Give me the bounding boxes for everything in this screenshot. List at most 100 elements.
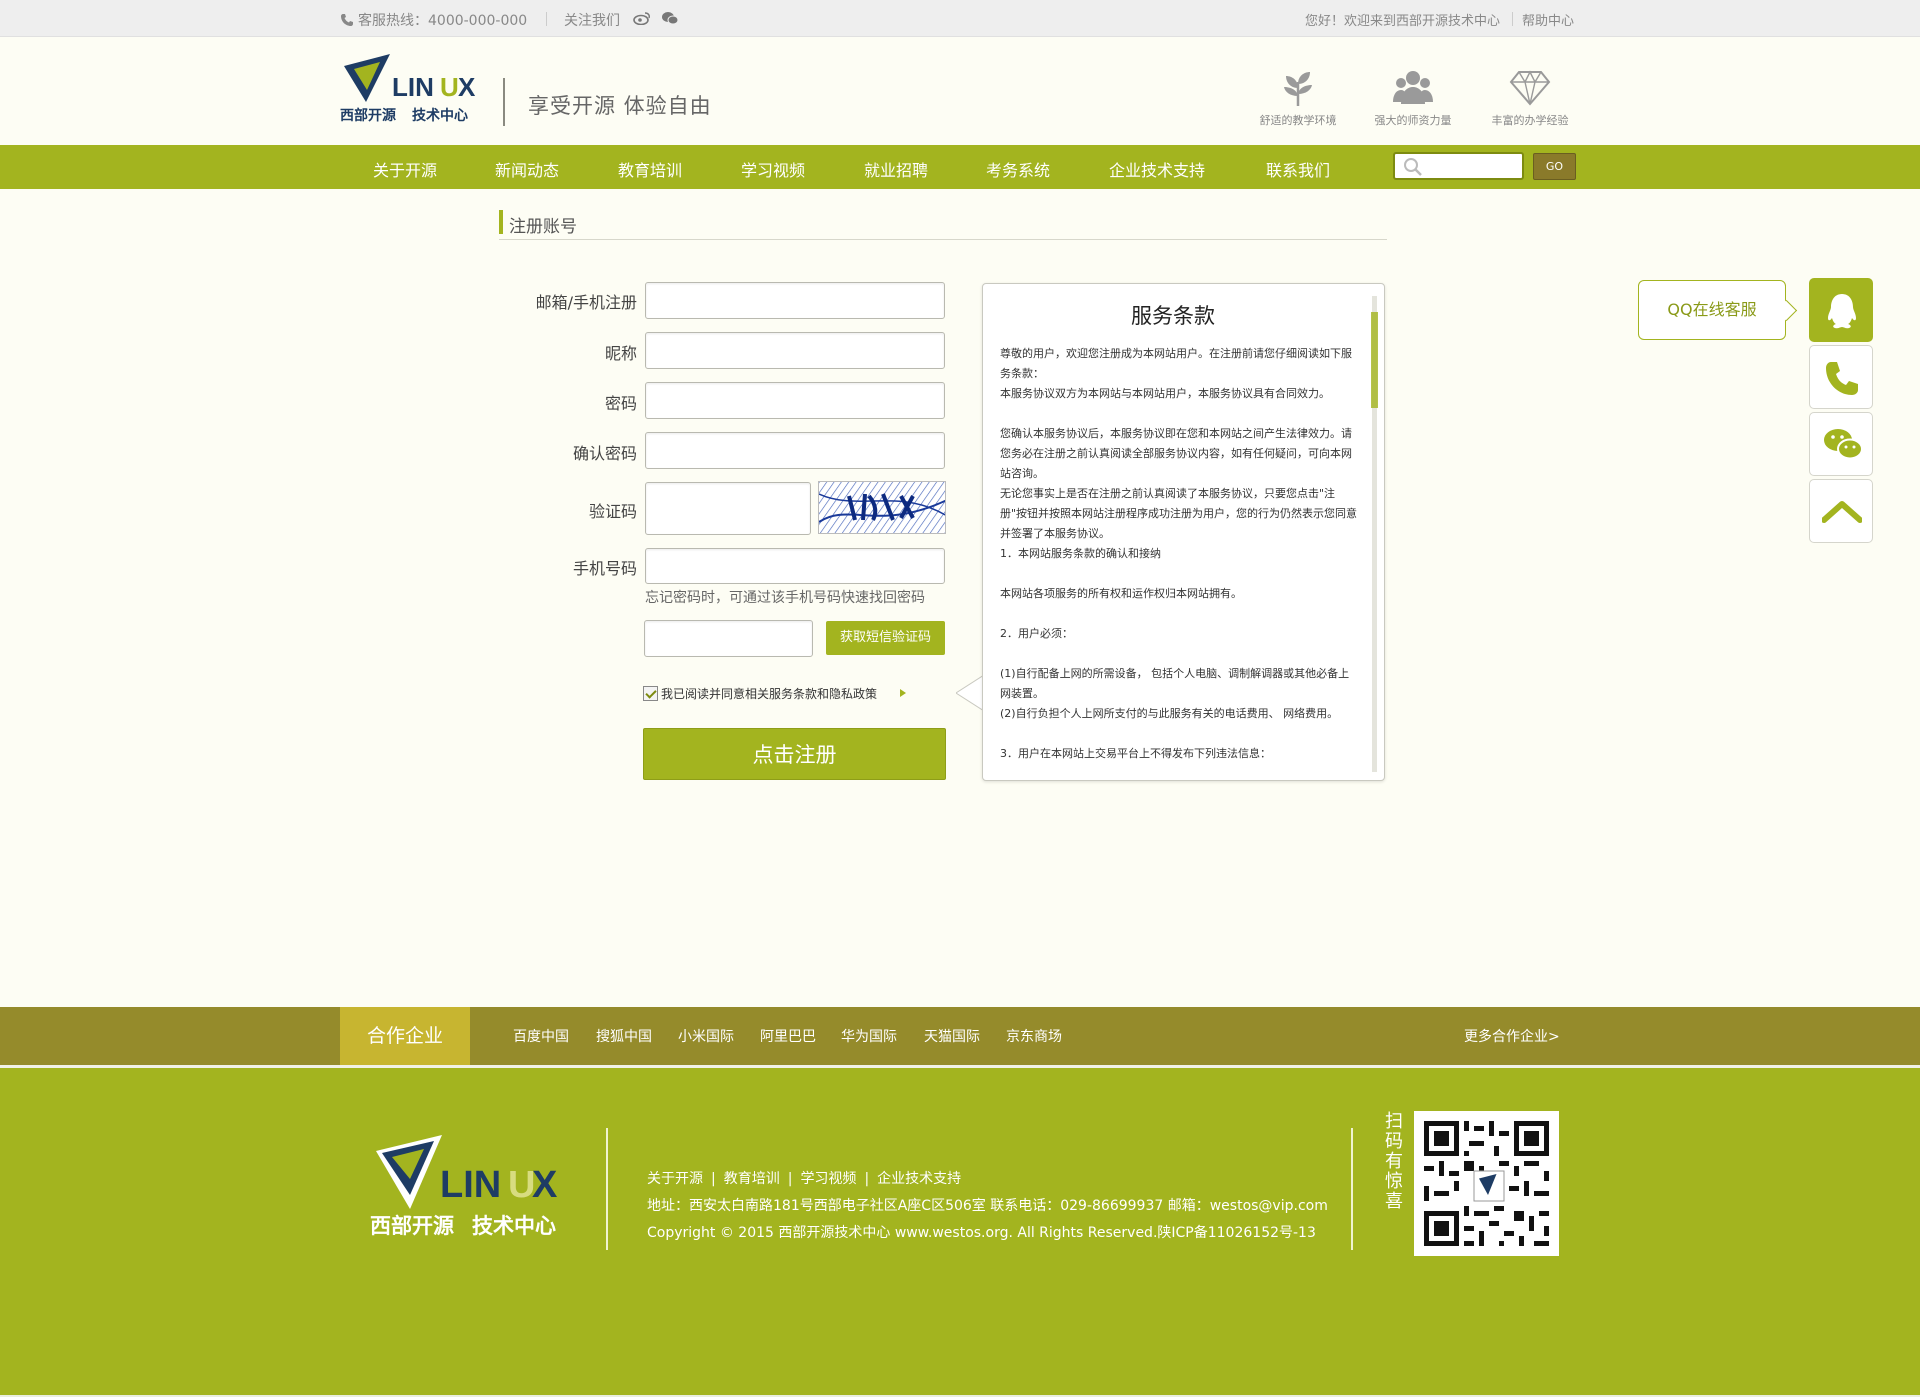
email-field[interactable]: [645, 282, 945, 319]
hotline: 客服热线：4000-000-000: [340, 10, 527, 30]
get-sms-code-button[interactable]: 获取短信验证码: [826, 621, 945, 655]
terms-paragraph: (1)自行配备上网的所需设备， 包括个人电脑、调制解调器或其他必备上网装置。: [1000, 667, 1350, 700]
partner-link[interactable]: 小米国际: [678, 1026, 734, 1046]
qq-button[interactable]: [1809, 278, 1873, 342]
nav-tech-support[interactable]: 企业技术支持: [1109, 157, 1205, 181]
logo-divider: [503, 78, 505, 126]
email-label: 邮箱/手机注册: [535, 293, 637, 312]
svg-text:X: X: [458, 72, 476, 102]
wechat-icon[interactable]: [661, 11, 679, 25]
nickname-label: 昵称: [604, 344, 637, 363]
header: [0, 37, 1920, 145]
svg-text:X: X: [532, 1164, 558, 1206]
help-center-link[interactable]: 帮助中心: [1522, 10, 1574, 29]
captcha-field[interactable]: [645, 482, 811, 535]
hotline-text: 客服热线：4000-000-000: [358, 13, 528, 29]
main-nav: 关于开源 新闻动态 教育培训 学习视频 就业招聘 考务系统 企业技术支持 联系我…: [0, 145, 1920, 189]
terms-paragraph: [1000, 604, 1360, 624]
feature-label: 强大的师资力量: [1374, 114, 1452, 127]
terms-paragraph: 3．用户在本网站上交易平台上不得发布下列违法信息：: [1000, 747, 1271, 760]
agree-terms[interactable]: 我已阅读并同意相关服务条款和隐私政策: [643, 685, 877, 702]
nav-news[interactable]: 新闻动态: [495, 157, 559, 181]
chevron-up-icon: [1822, 501, 1862, 523]
plant-icon: [1284, 72, 1312, 106]
footer-links: 关于开源 | 教育培训 | 学习视频 | 企业技术支持: [647, 1171, 962, 1187]
terms-paragraph: 本网站各项服务的所有权和运作权归本网站拥有。: [1000, 587, 1242, 600]
wechat-button[interactable]: [1809, 412, 1873, 476]
footer-link[interactable]: 教育培训: [724, 1171, 780, 1187]
qr-code-image: [1414, 1111, 1559, 1256]
terms-body: 尊敬的用户，欢迎您注册成为本网站用户。在注册前请您仔细阅读如下服务条款： 本服务…: [1000, 344, 1360, 764]
search-go-button[interactable]: GO: [1533, 153, 1576, 180]
footer-copyright: Copyright © 2015 西部开源技术中心 www.westos.org…: [647, 1225, 1316, 1241]
footer-link[interactable]: 关于开源: [647, 1171, 703, 1187]
slogan: 享受开源 体验自由: [528, 94, 712, 118]
terms-paragraph: 尊敬的用户，欢迎您注册成为本网站用户。在注册前请您仔细阅读如下服务条款：: [1000, 347, 1352, 380]
terms-paragraph: 您确认本服务协议后，本服务协议即在您和本网站之间产生法律效力。请您务必在注册之前…: [1000, 427, 1352, 480]
nav-jobs[interactable]: 就业招聘: [864, 157, 928, 181]
arrow-right-icon: [900, 689, 906, 697]
partner-link[interactable]: 搜狐中国: [596, 1026, 652, 1046]
agree-checkbox[interactable]: [643, 686, 658, 701]
scrollbar-thumb[interactable]: [1371, 312, 1378, 408]
terms-pointer: [956, 675, 984, 711]
nav-exam[interactable]: 考务系统: [986, 157, 1050, 181]
scan-text: 扫码有惊喜: [1385, 1111, 1403, 1212]
phone-button[interactable]: [1809, 345, 1873, 409]
more-partners-link[interactable]: 更多合作企业>: [1464, 1026, 1560, 1046]
confirm-password-field[interactable]: [645, 432, 945, 469]
welcome-text: 您好！欢迎来到西部开源技术中心: [1305, 14, 1501, 29]
terms-paragraph: [1000, 724, 1360, 744]
nav-training[interactable]: 教育培训: [618, 157, 682, 181]
divider: [1351, 1128, 1353, 1250]
search-input[interactable]: [1393, 152, 1524, 180]
partner-link[interactable]: 阿里巴巴: [760, 1026, 816, 1046]
wechat-icon: [1824, 429, 1863, 460]
register-button[interactable]: 点击注册: [643, 728, 946, 780]
nav-about[interactable]: 关于开源: [373, 157, 437, 181]
terms-panel[interactable]: 服务条款 尊敬的用户，欢迎您注册成为本网站用户。在注册前请您仔细阅读如下服务条款…: [982, 283, 1385, 781]
confirm-password-label: 确认密码: [572, 444, 637, 463]
footer-link[interactable]: 学习视频: [800, 1171, 856, 1187]
divider: [1512, 12, 1513, 26]
feature-experience: 丰富的办学经验: [1480, 68, 1580, 128]
terms-paragraph: 1．本网站服务条款的确认和接纳: [1000, 547, 1161, 560]
logo[interactable]: LIN U X 西部开源 技术中心: [340, 52, 480, 124]
phone-hint: 忘记密码时，可通过该手机号码快速找回密码: [645, 590, 925, 606]
divider: [606, 1128, 608, 1250]
svg-text:技术中心: 技术中心: [412, 107, 468, 124]
svg-text:西部开源: 西部开源: [340, 107, 396, 124]
svg-text:技术中心: 技术中心: [472, 1214, 556, 1238]
phone-icon: [1826, 362, 1858, 395]
svg-text:LIN: LIN: [392, 72, 434, 102]
feature-label: 丰富的办学经验: [1491, 114, 1569, 127]
partner-link[interactable]: 天猫国际: [924, 1026, 980, 1046]
phone-label: 手机号码: [572, 559, 637, 578]
nickname-field[interactable]: [645, 332, 945, 369]
qq-service-tip[interactable]: QQ在线客服: [1638, 280, 1786, 340]
partners-title: 合作企业: [340, 1007, 470, 1065]
sms-code-field[interactable]: [644, 620, 813, 657]
follow-us: 关注我们: [564, 13, 620, 29]
terms-paragraph: (2)自行负担个人上网所支付的与此服务有关的电话费用、 网络费用。: [1000, 707, 1339, 720]
qq-penguin-icon: [1828, 294, 1856, 329]
footer-address: 地址：西安太白南路181号西部电子社区A座C区506室 联系电话：029-866…: [647, 1198, 1328, 1214]
partner-link[interactable]: 华为国际: [841, 1026, 897, 1046]
back-to-top-button[interactable]: [1809, 479, 1873, 543]
footer-link[interactable]: 企业技术支持: [877, 1171, 961, 1187]
captcha-image[interactable]: [818, 481, 946, 534]
partner-link[interactable]: 京东商场: [1006, 1026, 1062, 1046]
page-title: 注册账号: [509, 217, 577, 237]
nav-videos[interactable]: 学习视频: [741, 157, 805, 181]
terms-title: 服务条款: [1131, 304, 1215, 328]
nav-contact[interactable]: 联系我们: [1266, 157, 1330, 181]
phone-field[interactable]: [645, 548, 945, 584]
weibo-icon[interactable]: [633, 11, 651, 25]
password-field[interactable]: [645, 382, 945, 419]
partner-link[interactable]: 百度中国: [513, 1026, 569, 1046]
captcha-label: 验证码: [588, 502, 637, 521]
terms-paragraph: 无论您事实上是否在注册之前认真阅读了本服务协议，只要您点击"注册"按钮并按照本网…: [1000, 487, 1358, 540]
top-bar: 客服热线：4000-000-000 关注我们 您好！欢迎来到西部开源技术中心 帮…: [0, 0, 1920, 37]
terms-paragraph: [1000, 564, 1360, 584]
password-label: 密码: [604, 394, 637, 413]
